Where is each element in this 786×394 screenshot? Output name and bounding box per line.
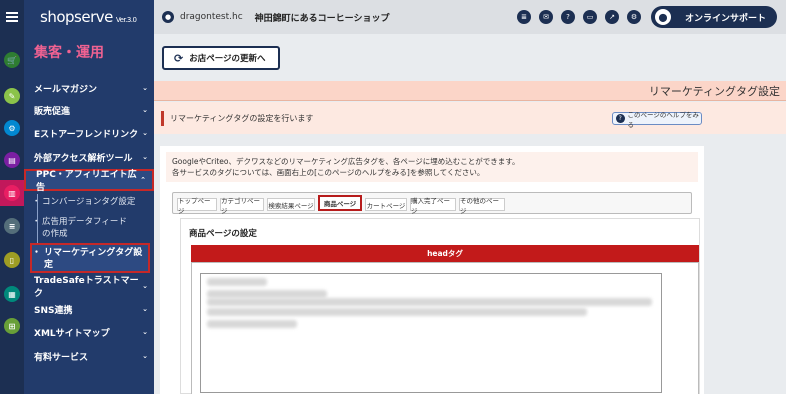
promotion-icon[interactable]: ▥ bbox=[0, 180, 24, 206]
page-tabs: トップページ カテゴリページ 検索結果ページ 商品ページ カートページ 購入完了… bbox=[172, 192, 692, 215]
redacted-code bbox=[207, 278, 267, 286]
sidebar-item-label: SNS連携 bbox=[34, 305, 73, 316]
mobile-icon[interactable]: ▯ bbox=[4, 252, 20, 268]
chevron-down-icon: ⌄ bbox=[142, 153, 148, 161]
description-line: 各サービスのタグについては、画面右上の[このページのヘルプをみる]を参照してくだ… bbox=[172, 168, 485, 177]
sidebar-subitem-conversion-tag[interactable]: コンバージョンタグ設定 bbox=[32, 196, 152, 208]
chat-icon[interactable]: ▭ bbox=[583, 10, 597, 24]
online-support-button[interactable]: ⬤ オンラインサポート bbox=[651, 6, 777, 28]
shop-name: 神田錦町にあるコーヒーショップ bbox=[254, 13, 390, 24]
gear-icon[interactable]: ⚙ bbox=[627, 10, 641, 24]
mail-icon[interactable]: ✉ bbox=[539, 10, 553, 24]
user-name: dragontest.hc bbox=[180, 12, 243, 22]
sidebar-item-external-analytics[interactable]: 外部アクセス解析ツール ⌄ bbox=[24, 147, 154, 167]
chevron-down-icon: ⌄ bbox=[142, 352, 148, 360]
icon-rail: 🛒 ✎ ⚙ ▤ ▥ ≡ ▯ ▦ ⊞ bbox=[0, 0, 24, 394]
logo-text: shopserve bbox=[40, 8, 113, 26]
tab-category-page[interactable]: カテゴリページ bbox=[220, 197, 264, 215]
sidebar-item-sales-promotion[interactable]: 販売促進 ⌄ bbox=[24, 100, 154, 120]
sidebar: shopserve Ver.3.0 集客・運用 メールマガジン ⌄ 販売促進 ⌄… bbox=[24, 0, 154, 394]
sidebar-subitem-data-feed[interactable]: 広告用データフィードの作成 bbox=[32, 216, 132, 240]
page-help-label: このページのヘルプをみる bbox=[627, 110, 699, 129]
head-tag-header: headタグ bbox=[191, 245, 699, 262]
sidebar-item-paid-services[interactable]: 有料サービス ⌄ bbox=[24, 346, 154, 366]
sidebar-item-label: 有料サービス bbox=[34, 352, 89, 363]
sidebar-item-tradesafe[interactable]: TradeSafeトラストマーク ⌄ bbox=[24, 276, 154, 299]
sidebar-item-estore-friend-link[interactable]: Eストアーフレンドリンク ⌄ bbox=[24, 123, 154, 143]
sidebar-item-xml-sitemap[interactable]: XMLサイトマップ ⌄ bbox=[24, 322, 154, 342]
section-title: 集客・運用 bbox=[34, 45, 104, 61]
tab-product-page[interactable]: 商品ページ bbox=[318, 195, 362, 211]
sidebar-item-label: 販売促進 bbox=[34, 106, 71, 117]
description-box: GoogleやCriteo、デクワスなどのリマーケティング広告タグを、各ページに… bbox=[166, 152, 698, 182]
chevron-down-icon: ⌄ bbox=[142, 84, 148, 92]
description-line: GoogleやCriteo、デクワスなどのリマーケティング広告タグを、各ページに… bbox=[172, 157, 520, 166]
head-tag-textarea[interactable] bbox=[200, 273, 662, 393]
content-panel: GoogleやCriteo、デクワスなどのリマーケティング広告タグを、各ページに… bbox=[160, 146, 704, 394]
chevron-down-icon: ⌄ bbox=[142, 305, 148, 313]
top-header: ● dragontest.hc 神田錦町にあるコーヒーショップ ≣ ✉ ? ▭ … bbox=[154, 0, 786, 34]
tab-top-page[interactable]: トップページ bbox=[177, 197, 217, 215]
info-text: リマーケティングタグの設定を行います bbox=[170, 114, 314, 123]
page-help-button[interactable]: ? このページのヘルプをみる bbox=[612, 111, 702, 129]
sidebar-item-label: Eストアーフレンドリンク bbox=[34, 129, 139, 140]
chevron-up-icon: ⌃ bbox=[140, 176, 146, 184]
database-icon[interactable]: ≣ bbox=[517, 10, 531, 24]
chevron-down-icon: ⌄ bbox=[142, 282, 148, 290]
online-support-label: オンラインサポート bbox=[685, 13, 767, 24]
settings-title: 商品ページの設定 bbox=[189, 229, 257, 239]
user-icon: ● bbox=[162, 11, 174, 23]
info-band: リマーケティングタグの設定を行います ? このページのヘルプをみる bbox=[154, 102, 786, 134]
main-content: ⟳ お店ページの更新へ リマーケティングタグ設定 リマーケティングタグの設定を行… bbox=[154, 34, 786, 394]
apps-icon[interactable]: ⊞ bbox=[4, 318, 20, 334]
sidebar-item-sns[interactable]: SNS連携 ⌄ bbox=[24, 299, 154, 319]
tab-search-results-page[interactable]: 検索結果ページ bbox=[267, 198, 315, 211]
edit-icon[interactable]: ✎ bbox=[4, 88, 20, 104]
settings-panel: 商品ページの設定 headタグ bbox=[180, 218, 700, 394]
server-icon[interactable]: ≡ bbox=[4, 218, 20, 234]
page-icon[interactable]: ▤ bbox=[4, 152, 20, 168]
redacted-code bbox=[207, 290, 327, 298]
sidebar-item-label: XMLサイトマップ bbox=[34, 328, 110, 339]
info-accent-bar bbox=[161, 111, 164, 126]
sidebar-subitem-remarketing-tag[interactable]: リマーケティングタグ設定 bbox=[30, 243, 150, 273]
menu-toggle-icon[interactable] bbox=[0, 0, 24, 34]
cart-icon[interactable]: 🛒 bbox=[4, 52, 20, 68]
chevron-down-icon: ⌄ bbox=[142, 328, 148, 336]
sidebar-item-label: TradeSafeトラストマーク bbox=[34, 276, 139, 299]
tab-other-pages[interactable]: その他のページ bbox=[459, 197, 505, 215]
redacted-code bbox=[207, 308, 587, 316]
settings-icon[interactable]: ⚙ bbox=[4, 120, 20, 136]
refresh-shop-button[interactable]: ⟳ お店ページの更新へ bbox=[162, 46, 280, 70]
sidebar-item-label: PPC・アフィリエイト広告 bbox=[36, 170, 137, 193]
logo: shopserve Ver.3.0 bbox=[24, 0, 154, 34]
redacted-code bbox=[207, 320, 297, 328]
help-icon[interactable]: ? bbox=[561, 10, 575, 24]
chevron-down-icon: ⌄ bbox=[142, 106, 148, 114]
refresh-shop-label: お店ページの更新へ bbox=[189, 54, 266, 64]
chevron-down-icon: ⌄ bbox=[142, 129, 148, 137]
sidebar-item-ppc-affiliate[interactable]: PPC・アフィリエイト広告 ⌃ bbox=[24, 169, 154, 193]
sidebar-item-label: メールマガジン bbox=[34, 84, 98, 95]
page-title: リマーケティングタグ設定 bbox=[154, 81, 786, 101]
sidebar-item-label: 外部アクセス解析ツール bbox=[34, 153, 133, 164]
location-pin-icon: ⬤ bbox=[655, 9, 671, 25]
redacted-code bbox=[207, 298, 652, 306]
external-icon[interactable]: ↗ bbox=[605, 10, 619, 24]
document-icon[interactable]: ▦ bbox=[4, 286, 20, 302]
question-icon: ? bbox=[616, 114, 625, 123]
logo-version: Ver.3.0 bbox=[115, 16, 137, 24]
sidebar-item-mail-magazine[interactable]: メールマガジン ⌄ bbox=[24, 78, 154, 98]
refresh-icon: ⟳ bbox=[174, 51, 184, 65]
header-icons: ≣ ✉ ? ▭ ↗ ⚙ bbox=[517, 10, 641, 24]
head-tag-box bbox=[191, 262, 699, 394]
tab-cart-page[interactable]: カートページ bbox=[365, 198, 407, 211]
tab-purchase-complete-page[interactable]: 購入完了ページ bbox=[410, 197, 456, 215]
